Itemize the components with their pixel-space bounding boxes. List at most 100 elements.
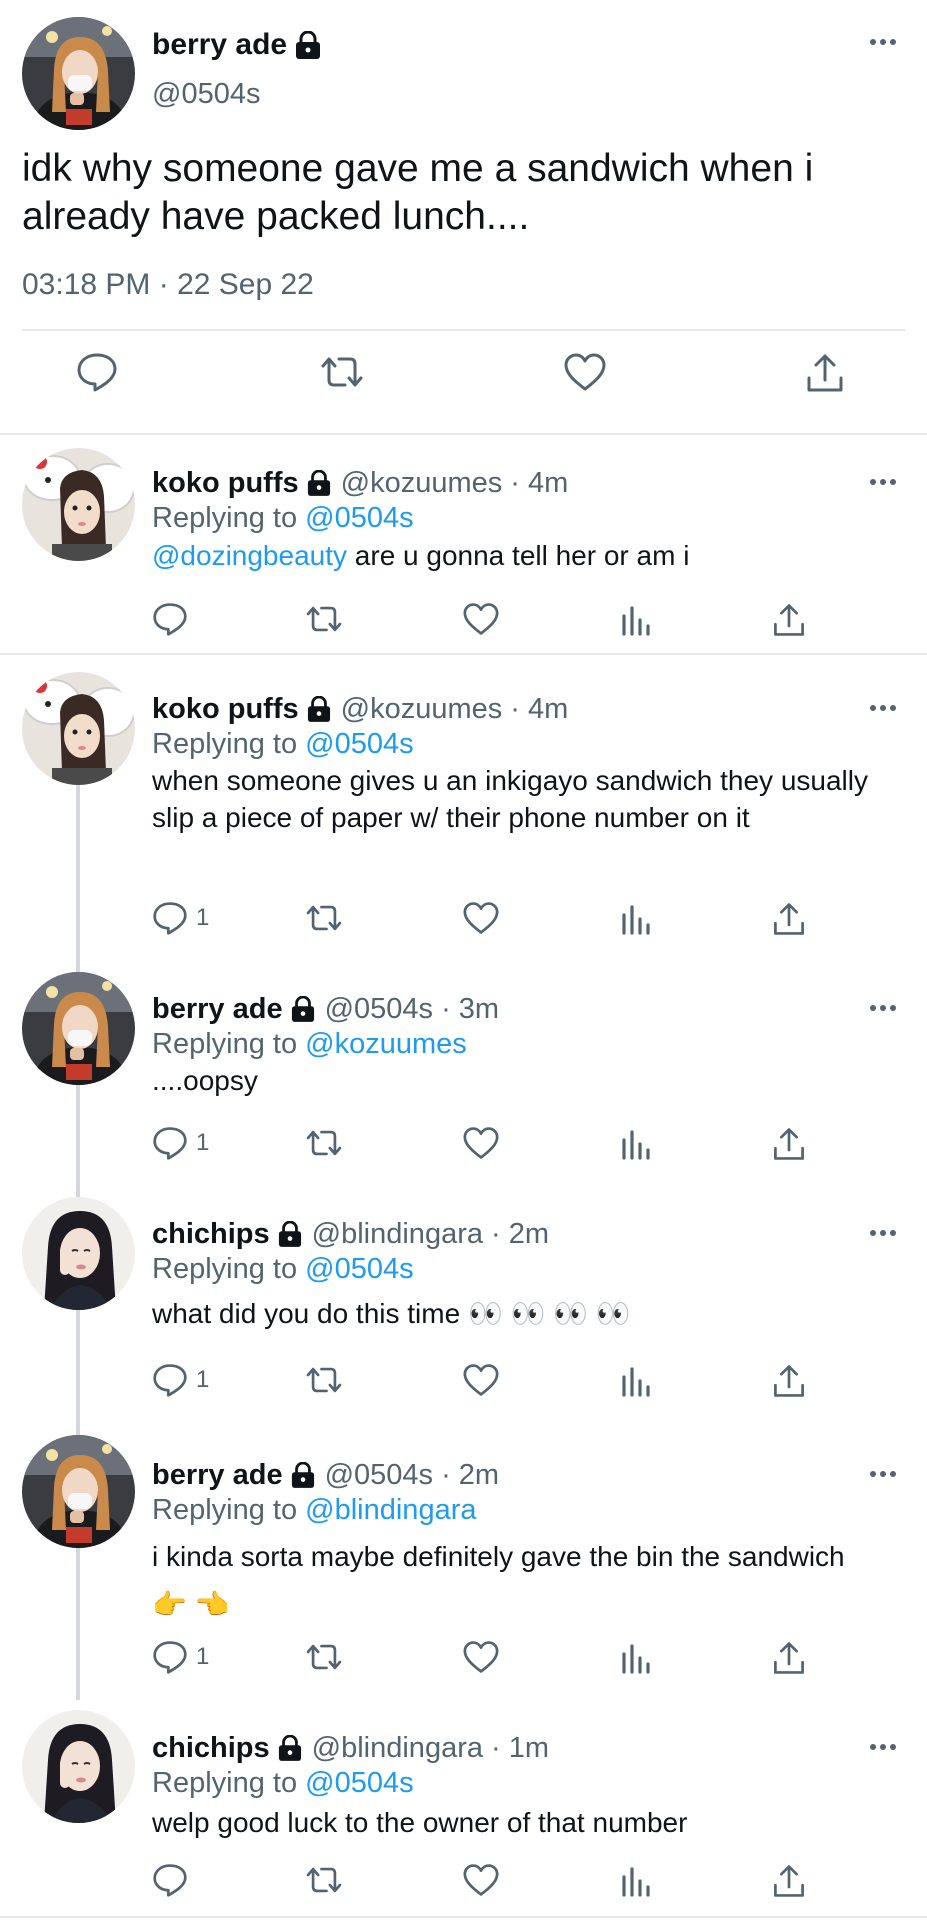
replying-to-link[interactable]: @blindingara: [305, 1494, 476, 1526]
more-icon[interactable]: [869, 1743, 897, 1751]
retweet-icon[interactable]: [303, 1640, 345, 1674]
tweet-timestamp[interactable]: 03:18 PM · 22 Sep 22: [22, 268, 314, 302]
more-icon[interactable]: [869, 1229, 897, 1237]
avatar[interactable]: [22, 672, 135, 785]
like-icon[interactable]: [462, 1640, 500, 1674]
share-icon[interactable]: [772, 1126, 806, 1162]
retweet-icon[interactable]: [303, 602, 345, 636]
reply-text: ....oopsy: [152, 1065, 258, 1096]
share-icon[interactable]: [772, 1363, 806, 1399]
author-name[interactable]: koko puffs: [152, 466, 299, 500]
author-handle-time[interactable]: @blindingara · 1m: [312, 1731, 549, 1765]
replying-to-link[interactable]: @0504s: [305, 1767, 413, 1799]
share-icon[interactable]: [772, 901, 806, 937]
replying-to: Replying to @blindingara: [152, 1493, 476, 1527]
reply-button[interactable]: 1: [152, 1640, 209, 1674]
views-icon[interactable]: [621, 901, 651, 935]
avatar[interactable]: [22, 1710, 135, 1823]
reply-icon: [152, 1363, 188, 1397]
retweet-icon[interactable]: [303, 1126, 345, 1160]
share-icon[interactable]: [772, 1863, 806, 1899]
replying-to-link[interactable]: @kozuumes: [305, 1028, 467, 1060]
reply-tweet[interactable]: koko puffs @kozuumes · 4m Replying to @0…: [0, 435, 927, 655]
divider: [22, 329, 905, 331]
reply-text: @dozingbeauty are u gonna tell her or am…: [152, 537, 892, 574]
action-bar: [0, 352, 927, 412]
author-name[interactable]: chichips: [152, 1731, 270, 1765]
author-name[interactable]: berry ade: [152, 1458, 283, 1492]
replying-to-link[interactable]: @0504s: [305, 502, 413, 534]
share-icon[interactable]: [805, 352, 845, 394]
lock-icon: [278, 1735, 302, 1761]
reply-button[interactable]: 1: [152, 1126, 209, 1160]
author-handle-time[interactable]: @kozuumes · 4m: [341, 466, 569, 500]
like-icon[interactable]: [462, 901, 500, 935]
more-icon[interactable]: [869, 1470, 897, 1478]
replying-to-label: Replying to: [152, 1494, 298, 1526]
replying-to-link[interactable]: @0504s: [305, 728, 413, 760]
like-icon[interactable]: [462, 1126, 500, 1160]
tweet-text: idk why someone gave me a sandwich when …: [22, 147, 814, 238]
replying-to-label: Replying to: [152, 728, 298, 760]
views-icon[interactable]: [621, 1363, 651, 1397]
mention-link[interactable]: @dozingbeauty: [152, 540, 347, 571]
avatar[interactable]: [22, 1197, 135, 1310]
views-icon[interactable]: [621, 602, 651, 636]
author-name[interactable]: chichips: [152, 1217, 270, 1251]
author-name[interactable]: berry ade: [152, 28, 321, 62]
share-icon[interactable]: [772, 602, 806, 638]
replying-to: Replying to @0504s: [152, 1252, 414, 1286]
reply-icon[interactable]: [76, 352, 118, 392]
author-handle-time[interactable]: @0504s · 3m: [325, 992, 500, 1026]
reply-button[interactable]: [152, 602, 196, 636]
action-bar: 1: [0, 901, 927, 941]
reply-count: 1: [196, 1366, 210, 1393]
retweet-icon[interactable]: [303, 1863, 345, 1897]
avatar[interactable]: [22, 1435, 135, 1548]
share-icon[interactable]: [772, 1640, 806, 1676]
more-icon[interactable]: [869, 1004, 897, 1012]
avatar[interactable]: [22, 972, 135, 1085]
reply-tweet[interactable]: koko puffs @kozuumes · 4m Replying to @0…: [0, 655, 927, 955]
more-icon[interactable]: [869, 478, 897, 486]
more-icon[interactable]: [869, 704, 897, 712]
views-icon[interactable]: [621, 1640, 651, 1674]
replying-to: Replying to @0504s: [152, 1766, 414, 1800]
reply-text-body: are u gonna tell her or am i: [347, 540, 690, 571]
reply-button[interactable]: 1: [152, 1363, 209, 1397]
retweet-icon[interactable]: [303, 901, 345, 935]
reply-tweet[interactable]: chichips @blindingara · 2m Replying to @…: [0, 1180, 927, 1418]
avatar[interactable]: [22, 17, 135, 130]
views-icon[interactable]: [621, 1126, 651, 1160]
reply-tweet[interactable]: berry ade @0504s · 2m Replying to @blind…: [0, 1418, 927, 1693]
author-name[interactable]: koko puffs: [152, 692, 299, 726]
retweet-icon[interactable]: [317, 352, 367, 392]
like-icon[interactable]: [563, 352, 607, 392]
lock-icon: [291, 1462, 315, 1488]
reply-text: what did you do this time 👀 👀 👀 👀: [152, 1298, 631, 1329]
replying-to-link[interactable]: @0504s: [305, 1253, 413, 1285]
author-handle-time[interactable]: @0504s · 2m: [325, 1458, 500, 1492]
views-icon[interactable]: [621, 1863, 651, 1897]
retweet-icon[interactable]: [303, 1363, 345, 1397]
lock-icon: [278, 1221, 302, 1247]
like-icon[interactable]: [462, 602, 500, 636]
reply-icon: [152, 1640, 188, 1674]
author-name[interactable]: berry ade: [152, 992, 283, 1026]
author-handle[interactable]: @0504s: [152, 78, 260, 111]
like-icon[interactable]: [462, 1863, 500, 1897]
lock-icon: [295, 31, 321, 59]
reply-tweet[interactable]: chichips @blindingara · 1m Replying to @…: [0, 1693, 927, 1920]
reply-button[interactable]: [152, 1863, 196, 1897]
avatar[interactable]: [22, 448, 135, 561]
reply-header: berry ade @0504s · 2m: [152, 1458, 499, 1492]
more-icon[interactable]: [869, 38, 897, 46]
author-handle-time[interactable]: @kozuumes · 4m: [341, 692, 569, 726]
lock-icon: [307, 470, 331, 496]
reply-tweet[interactable]: berry ade @0504s · 3m Replying to @kozuu…: [0, 955, 927, 1180]
author-handle-time[interactable]: @blindingara · 2m: [312, 1217, 549, 1251]
reply-button[interactable]: 1: [152, 901, 209, 935]
lock-icon: [291, 996, 315, 1022]
like-icon[interactable]: [462, 1363, 500, 1397]
replying-to-label: Replying to: [152, 502, 298, 534]
